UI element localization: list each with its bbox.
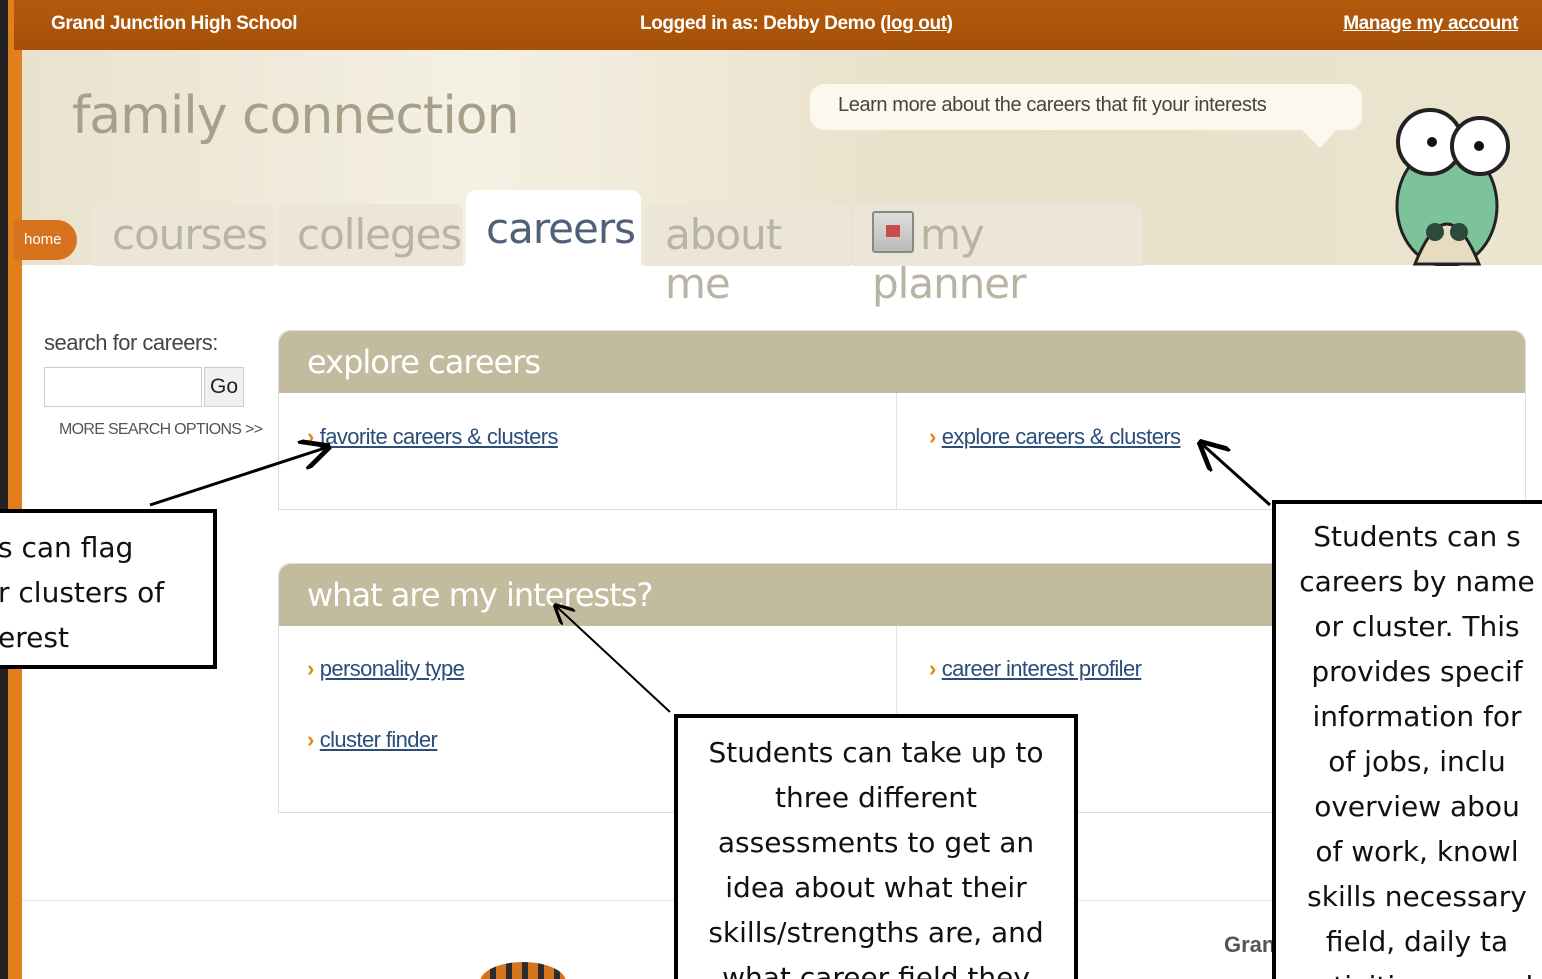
explore-careers-link[interactable]: › explore careers & clusters	[929, 424, 1181, 450]
explore-careers-header: explore careers	[279, 331, 1525, 393]
callout-search-careers: Students can s careers by name or cluste…	[1272, 500, 1542, 979]
login-status: Logged in as: Debby Demo (log out)	[640, 13, 953, 34]
chevron-right-icon: ›	[307, 424, 314, 449]
search-go-button[interactable]: Go	[204, 367, 244, 407]
school-name: Grand Junction High School	[51, 13, 298, 34]
speech-bubble: Learn more about the careers that fit yo…	[810, 84, 1362, 148]
chevron-right-icon: ›	[929, 656, 936, 681]
tab-careers[interactable]: careers	[466, 190, 641, 268]
tab-my-planner[interactable]: my planner	[854, 204, 1142, 308]
cluster-finder-link[interactable]: › cluster finder	[307, 727, 438, 753]
panel-divider	[896, 393, 897, 509]
gator-mascot-icon	[1395, 108, 1510, 266]
chevron-right-icon: ›	[307, 727, 314, 752]
logout-link[interactable]: log out	[886, 13, 947, 34]
planner-icon	[872, 211, 914, 253]
tab-about-me[interactable]: about me	[645, 204, 851, 308]
footer-text: Gran	[1224, 932, 1276, 957]
brand-logo-text[interactable]: family connection	[72, 86, 520, 146]
top-bar: Grand Junction High School Logged in as:…	[14, 0, 1542, 50]
callout-favorites: s can flag r clusters of erest	[0, 509, 217, 669]
personality-type-link[interactable]: › personality type	[307, 656, 465, 682]
tiger-logo-icon	[480, 962, 566, 979]
career-search-input[interactable]	[44, 367, 202, 407]
left-border	[0, 0, 22, 979]
callout-assessments: Students can take up to three different …	[674, 714, 1078, 979]
search-label: search for careers:	[44, 330, 218, 355]
career-interest-profiler-link[interactable]: › career interest profiler	[929, 656, 1142, 682]
home-tab[interactable]: home	[14, 220, 77, 260]
chevron-right-icon: ›	[929, 424, 936, 449]
tab-colleges[interactable]: colleges	[277, 204, 463, 266]
manage-account-link[interactable]: Manage my account	[1343, 13, 1518, 35]
chevron-right-icon: ›	[307, 656, 314, 681]
favorite-careers-link[interactable]: › favorite careers & clusters	[307, 424, 558, 450]
more-search-options-link[interactable]: MORE SEARCH OPTIONS >>	[59, 421, 263, 439]
tab-courses[interactable]: courses	[92, 204, 274, 266]
explore-careers-panel: explore careers › favorite careers & clus…	[278, 330, 1526, 510]
